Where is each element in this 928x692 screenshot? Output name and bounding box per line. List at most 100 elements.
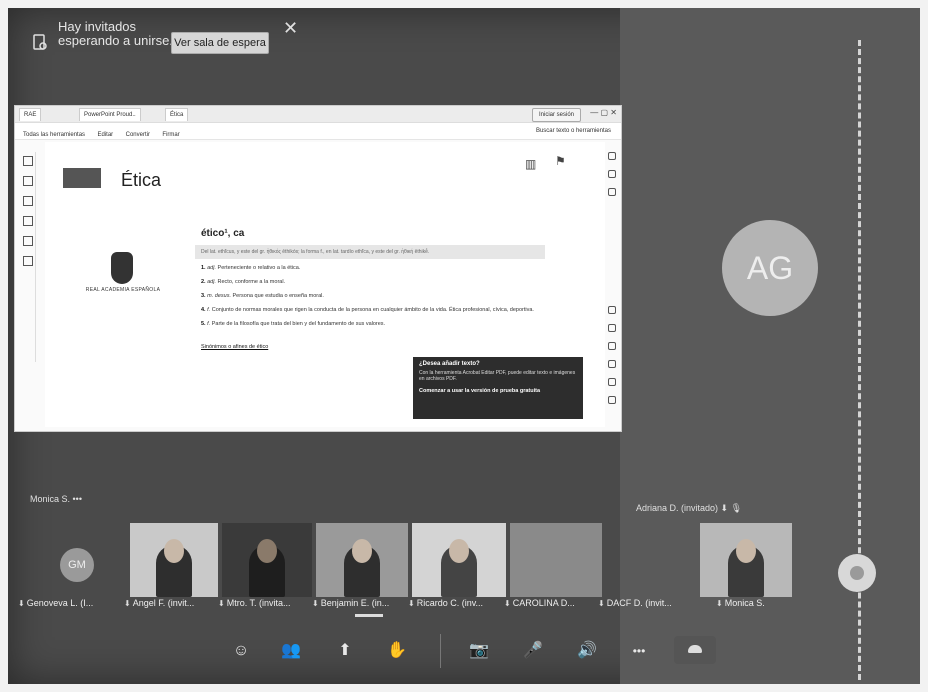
avatar-icon xyxy=(850,566,864,580)
shared-screen: RAE PowerPoint Proud.. Ética Iniciar ses… xyxy=(14,105,622,432)
mic-off-icon[interactable]: 🎤 xyxy=(520,638,546,664)
stamp-tool-icon[interactable] xyxy=(23,256,33,266)
camera-off-icon[interactable]: 📷 xyxy=(466,638,492,664)
print-icon[interactable]: ▥ xyxy=(525,157,536,171)
grid-icon[interactable] xyxy=(608,188,616,196)
participant-tile[interactable] xyxy=(222,523,312,597)
speaker-icon[interactable]: 🔊 xyxy=(574,638,600,664)
mic-off-icon: ⬇ xyxy=(312,599,319,608)
view-lobby-button[interactable]: Ver sala de espera xyxy=(171,32,269,54)
hang-up-button[interactable] xyxy=(674,636,716,664)
definition-4: 4. f. Conjunto de normas morales que rig… xyxy=(201,307,539,314)
lobby-icon xyxy=(33,34,47,50)
see-also-link[interactable]: Sinónimos o afines de ético xyxy=(201,344,268,350)
zoom-in-icon[interactable] xyxy=(608,378,616,386)
participant-name: ⬇ Ricardo C. (inv... xyxy=(408,598,483,608)
entry-etymology: Del lat. ethĭcus, y este del gr. ἠθικός … xyxy=(195,245,545,259)
participant-tile[interactable] xyxy=(700,523,792,597)
textbox-tool-icon[interactable] xyxy=(23,236,33,246)
window-controls[interactable]: — ▢ ✕ xyxy=(590,108,617,117)
reactions-icon[interactable]: ✋ xyxy=(384,638,410,664)
rotate-icon[interactable] xyxy=(608,360,616,368)
select-tool-icon[interactable] xyxy=(23,156,33,166)
mic-off-icon: ⬇ xyxy=(598,599,605,608)
participant-name: ⬇ Angel F. (invit... xyxy=(124,598,194,608)
definition-text: Persona que estudia o enseña moral. xyxy=(232,293,324,299)
participant-face xyxy=(736,539,756,563)
definition-tag: f. xyxy=(207,321,211,327)
signin-button[interactable]: Iniciar sesión xyxy=(531,108,581,122)
menu-convert[interactable]: Convertir xyxy=(126,132,150,138)
chat-icon[interactable]: ☺ xyxy=(228,638,254,664)
participant-name: ⬇ Genoveva L. (I... xyxy=(18,598,93,608)
definition-number: 5. xyxy=(201,321,206,327)
share-doc-icon[interactable] xyxy=(608,170,616,178)
tab-etica[interactable]: Ética xyxy=(165,108,189,121)
rae-logo-text: REAL ACADEMIA ESPAÑOLA xyxy=(85,287,161,293)
definition-text: Recto, conforme a la moral. xyxy=(217,279,286,285)
hang-up-icon xyxy=(688,645,702,653)
participant-name-text: Benjamin E. (in... xyxy=(320,598,390,608)
menu-sign[interactable]: Firmar xyxy=(162,132,179,138)
participant-name: ⬇ Monica S. xyxy=(716,598,765,608)
crest-icon xyxy=(111,252,133,284)
definition-text: Parte de la filosofía que trata del bien… xyxy=(211,321,386,327)
close-icon[interactable]: ✕ xyxy=(283,18,298,39)
participant-avatar-gm[interactable]: GM xyxy=(60,548,94,582)
up-icon[interactable] xyxy=(608,324,616,332)
share-screen-icon[interactable]: ⬆ xyxy=(332,638,358,664)
rae-logo: REAL ACADEMIA ESPAÑOLA xyxy=(73,252,173,302)
mic-off-icon: ⬇ xyxy=(124,599,131,608)
app-menubar: Todas las herramientas Editar Convertir … xyxy=(15,123,621,140)
participant-tile[interactable] xyxy=(412,523,506,597)
speaker-label-right[interactable]: Adriana D. (invitado) ⬇ 🎙 xyxy=(636,503,742,514)
title-accent-bar xyxy=(63,168,101,188)
search-tools[interactable]: Buscar texto o herramientas xyxy=(536,123,611,139)
more-options-icon[interactable]: ••• xyxy=(626,638,652,664)
acrobat-promo-popup: ¿Desea añadir texto? Con la herramienta … xyxy=(413,357,583,419)
definition-3: 3. m. desus. Persona que estudia o enseñ… xyxy=(201,293,539,300)
definition-number: 1. xyxy=(201,265,206,271)
definition-number: 2. xyxy=(201,279,206,285)
down-icon[interactable] xyxy=(608,342,616,350)
lobby-notification: Hay invitados esperando a unirse. Ver sa… xyxy=(28,18,318,68)
browser-tabbar: RAE PowerPoint Proud.. Ética Iniciar ses… xyxy=(15,106,621,123)
page-nav-icon[interactable] xyxy=(608,306,616,314)
zoom-out-icon[interactable] xyxy=(608,396,616,404)
definition-2: 2. adj. Recto, conforme a la moral. xyxy=(201,279,539,286)
definition-tag: f. xyxy=(207,307,211,313)
pen-tool-icon[interactable] xyxy=(23,196,33,206)
comment-tool-icon[interactable] xyxy=(23,176,33,186)
participant-face xyxy=(352,539,372,563)
entry-headword: ético¹, ca xyxy=(201,228,245,239)
document-title: Ética xyxy=(121,170,162,190)
participant-tile[interactable] xyxy=(510,523,602,597)
participant-name-text: CAROLINA D... xyxy=(512,598,575,608)
participant-face xyxy=(257,539,277,563)
participant-name-text: Ricardo C. (inv... xyxy=(416,598,484,608)
menu-edit[interactable]: Editar xyxy=(97,132,113,138)
participant-face xyxy=(164,539,184,563)
definition-tag: adj. xyxy=(207,279,216,285)
flag-icon[interactable]: ⚑ xyxy=(555,154,566,168)
participant-avatar-large[interactable]: AG xyxy=(722,220,818,316)
definition-number: 3. xyxy=(201,293,206,299)
tab-powerpoint[interactable]: PowerPoint Proud.. xyxy=(79,108,141,121)
participant-name-text: DACF D. (invit... xyxy=(606,598,672,608)
speaker-label-left[interactable]: Monica S. ••• xyxy=(30,494,82,504)
lasso-tool-icon[interactable] xyxy=(23,216,33,226)
refresh-icon[interactable] xyxy=(608,152,616,160)
participant-name-text: Genoveva L. (I... xyxy=(26,598,94,608)
mic-off-icon: ⬇ xyxy=(18,599,25,608)
definition-tag: m. desus. xyxy=(207,293,231,299)
participant-tile[interactable] xyxy=(130,523,218,597)
tab-rae[interactable]: RAE xyxy=(19,108,42,121)
participant-avatar-small[interactable] xyxy=(838,554,876,592)
popup-trial-link[interactable]: Comenzar a usar la versión de prueba gra… xyxy=(419,388,577,394)
people-icon[interactable]: 👥 xyxy=(278,638,304,664)
menu-all-tools[interactable]: Todas las herramientas xyxy=(23,132,85,138)
popup-body: Con la herramienta Acrobat Editar PDF, p… xyxy=(419,370,576,382)
definition-number: 4. xyxy=(201,307,206,313)
participant-tile[interactable] xyxy=(316,523,408,597)
participant-name: ⬇ Benjamin E. (in... xyxy=(312,598,389,608)
